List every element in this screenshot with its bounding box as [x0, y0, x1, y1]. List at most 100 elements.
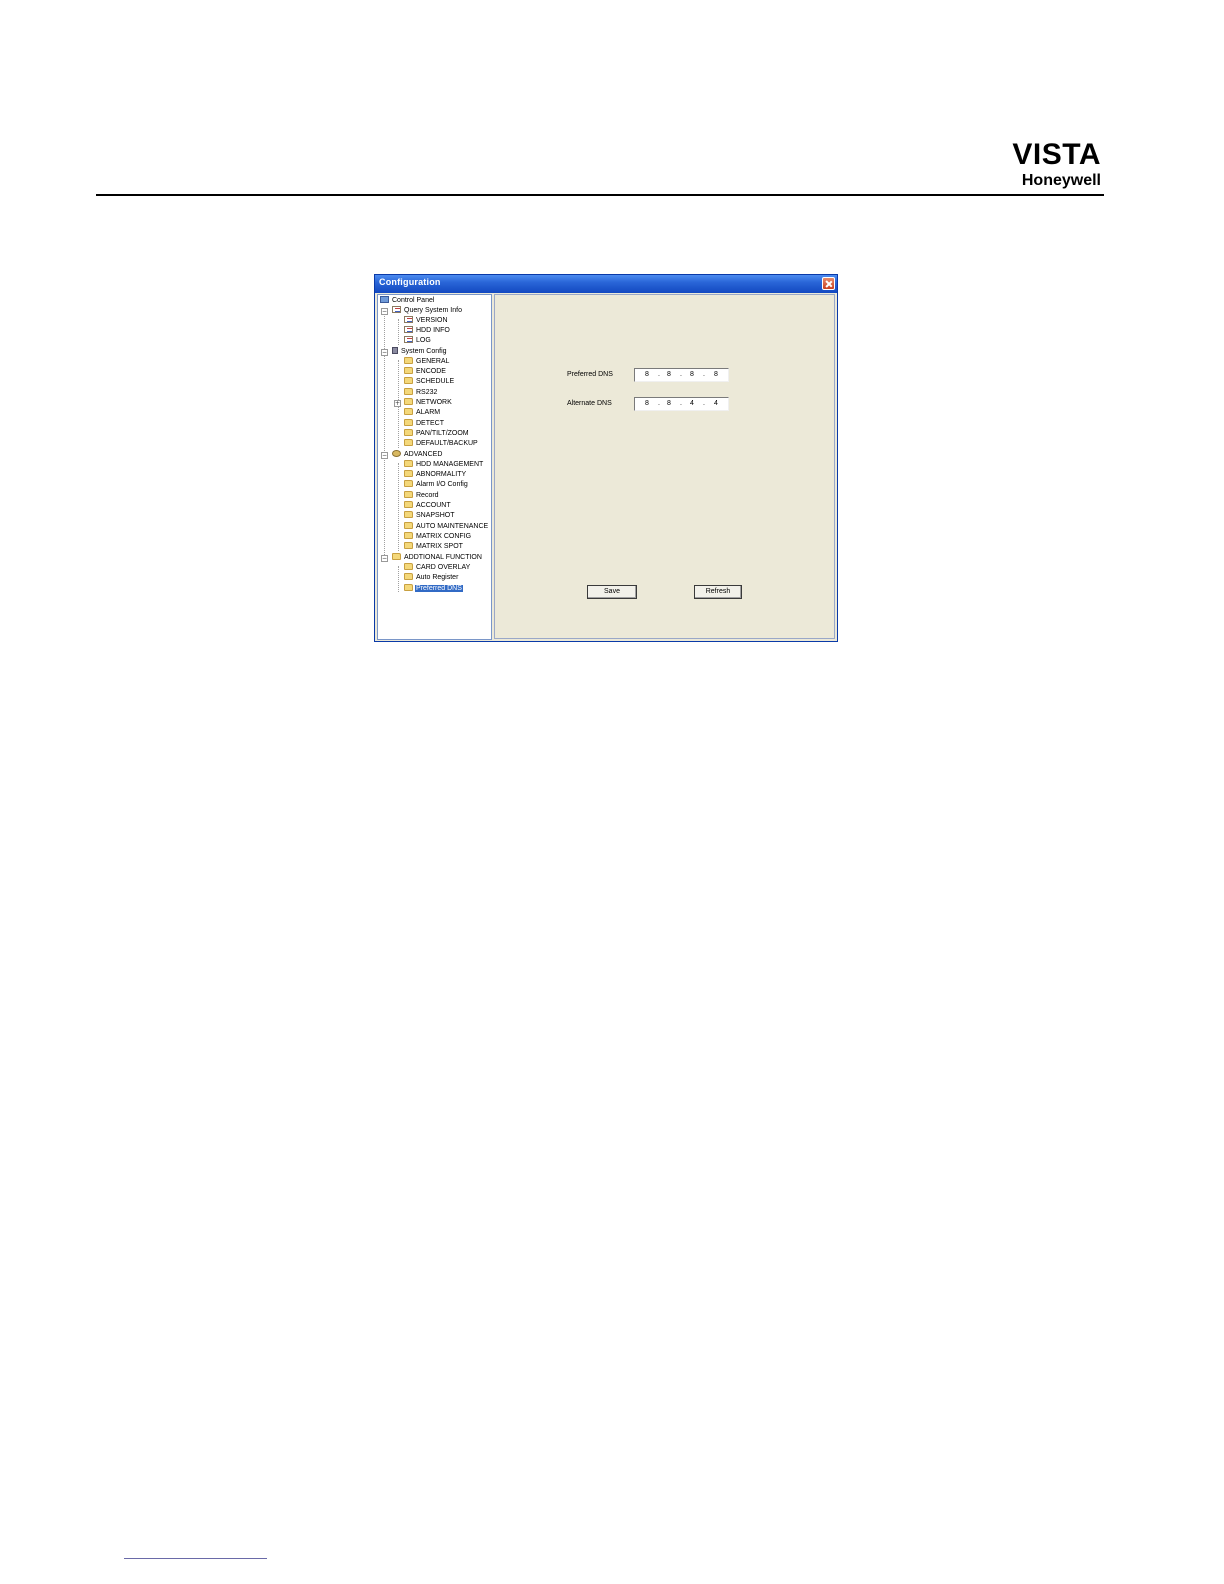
ip-octet[interactable]: 8: [641, 400, 653, 407]
folder-icon: [404, 573, 413, 580]
ip-octet[interactable]: 4: [686, 400, 698, 407]
collapse-icon[interactable]: −: [381, 555, 388, 562]
tree-item-matrix-spot[interactable]: MATRIX SPOT: [404, 542, 464, 552]
tree-item-label: HDD MANAGEMENT: [416, 461, 484, 468]
ip-octet[interactable]: 8: [710, 371, 722, 378]
folder-icon: [404, 522, 413, 529]
folder-icon: [404, 439, 413, 446]
logo-company: Honeywell: [1021, 172, 1101, 189]
tree-item-label: ALARM: [416, 409, 441, 416]
document-icon: [392, 306, 401, 313]
folder-icon: [404, 470, 413, 477]
window-title: Configuration: [379, 277, 441, 287]
ip-octet[interactable]: 4: [710, 400, 722, 407]
folder-icon: [404, 398, 413, 405]
folder-icon: [404, 511, 413, 518]
tree-connector: [398, 566, 399, 592]
ip-separator: .: [703, 400, 705, 407]
tree-item-label: ADVANCED: [404, 451, 443, 458]
footer-underline: [124, 1558, 267, 1559]
tree-item-card-overlay[interactable]: CARD OVERLAY: [404, 563, 471, 573]
tree-item-label: ACCOUNT: [416, 502, 451, 509]
tree-item-label: MATRIX SPOT: [416, 543, 463, 550]
folder-icon: [404, 419, 413, 426]
tree-item-alarm-io-config[interactable]: Alarm I/O Config: [404, 480, 469, 490]
save-button[interactable]: Save: [587, 585, 637, 599]
folder-icon: [404, 491, 413, 498]
header-divider: [96, 194, 1104, 196]
folder-icon: [392, 553, 401, 560]
ip-separator: .: [680, 371, 682, 378]
preferred-dns-field[interactable]: 8 . 8 . 8 . 8: [634, 368, 729, 382]
tree-item-label: DETECT: [416, 420, 444, 427]
folder-icon: [404, 429, 413, 436]
tree-item-preferred-dns[interactable]: Preferred DNS: [404, 584, 463, 594]
tree-item-label: GENERAL: [416, 358, 450, 365]
ip-octet[interactable]: 8: [641, 371, 653, 378]
tree-item-schedule[interactable]: SCHEDULE: [404, 377, 455, 387]
tree-item-label: AUTO MAINTENANCE: [416, 523, 489, 530]
tree-item-auto-register[interactable]: Auto Register: [404, 573, 459, 583]
collapse-icon[interactable]: −: [381, 308, 388, 315]
tree-item-label: System Config: [401, 348, 447, 355]
tree-item-label: CARD OVERLAY: [416, 564, 471, 571]
tree-item-label: RS232: [416, 389, 438, 396]
tree-item-snapshot[interactable]: SNAPSHOT: [404, 511, 456, 521]
tree-item-auto-maintenance[interactable]: AUTO MAINTENANCE: [404, 522, 489, 532]
tree-item-label: ADDTIONAL FUNCTION: [404, 554, 482, 561]
logo-brand: VISTA: [1012, 138, 1101, 171]
vista-honeywell-logo: VISTA Honeywell: [1012, 140, 1101, 190]
tree-item-label: Auto Register: [416, 574, 459, 581]
folder-icon: [404, 532, 413, 539]
gears-icon: [392, 450, 401, 457]
expand-icon[interactable]: +: [394, 400, 401, 407]
tree-item-network[interactable]: NETWORK: [404, 398, 453, 408]
tree-additional-function[interactable]: ADDTIONAL FUNCTION: [392, 553, 483, 563]
collapse-icon[interactable]: −: [381, 452, 388, 459]
tree-system-config[interactable]: System Config: [392, 347, 448, 357]
tree-item-account[interactable]: ACCOUNT: [404, 501, 452, 511]
ip-octet[interactable]: 8: [686, 371, 698, 378]
close-icon[interactable]: [822, 277, 835, 290]
tree-query-system-info[interactable]: Query System Info: [392, 306, 463, 316]
tree-connector: [384, 309, 385, 557]
tree-item-general[interactable]: GENERAL: [404, 357, 450, 367]
tree-item-default-backup[interactable]: DEFAULT/BACKUP: [404, 439, 479, 449]
tree-item-hdd-management[interactable]: HDD MANAGEMENT: [404, 460, 484, 470]
tree-item-label: SCHEDULE: [416, 378, 455, 385]
tree-item-record[interactable]: Record: [404, 491, 440, 501]
tree-item-abnormality[interactable]: ABNORMALITY: [404, 470, 467, 480]
tree-item-pan-tilt-zoom[interactable]: PAN/TILT/ZOOM: [404, 429, 470, 439]
refresh-button[interactable]: Refresh: [694, 585, 742, 599]
tree-root[interactable]: Control Panel: [380, 296, 435, 306]
tree-advanced[interactable]: ADVANCED: [392, 450, 443, 460]
tree-item-label: LOG: [416, 337, 431, 344]
tree-item-label: PAN/TILT/ZOOM: [416, 430, 469, 437]
tree-item-label: SNAPSHOT: [416, 512, 455, 519]
tree-item-detect[interactable]: DETECT: [404, 419, 445, 429]
tree-item-log[interactable]: LOG: [404, 336, 432, 346]
collapse-icon[interactable]: −: [381, 349, 388, 356]
folder-icon: [404, 408, 413, 415]
tree-item-version[interactable]: VERSION: [404, 316, 449, 326]
window-titlebar[interactable]: Configuration: [375, 275, 837, 293]
tree-item-encode[interactable]: ENCODE: [404, 367, 447, 377]
tree-item-alarm[interactable]: ALARM: [404, 408, 441, 418]
ip-separator: .: [680, 400, 682, 407]
ip-octet[interactable]: 8: [663, 400, 675, 407]
document-icon: [404, 326, 413, 333]
ip-separator: .: [703, 371, 705, 378]
tree-item-label: Alarm I/O Config: [416, 481, 468, 488]
ip-octet[interactable]: 8: [663, 371, 675, 378]
tree-item-label: NETWORK: [416, 399, 452, 406]
tree-item-label: Record: [416, 492, 439, 499]
tree-item-rs232[interactable]: RS232: [404, 388, 438, 398]
config-tree[interactable]: Control Panel − Query System Info VERSIO…: [377, 294, 492, 640]
tree-item-hdd-info[interactable]: HDD INFO: [404, 326, 451, 336]
ip-separator: .: [658, 371, 660, 378]
folder-icon: [404, 388, 413, 395]
alternate-dns-field[interactable]: 8 . 8 . 4 . 4: [634, 397, 729, 411]
tree-connector: [398, 319, 399, 345]
tree-item-label: HDD INFO: [416, 327, 450, 334]
tree-item-matrix-config[interactable]: MATRIX CONFIG: [404, 532, 472, 542]
